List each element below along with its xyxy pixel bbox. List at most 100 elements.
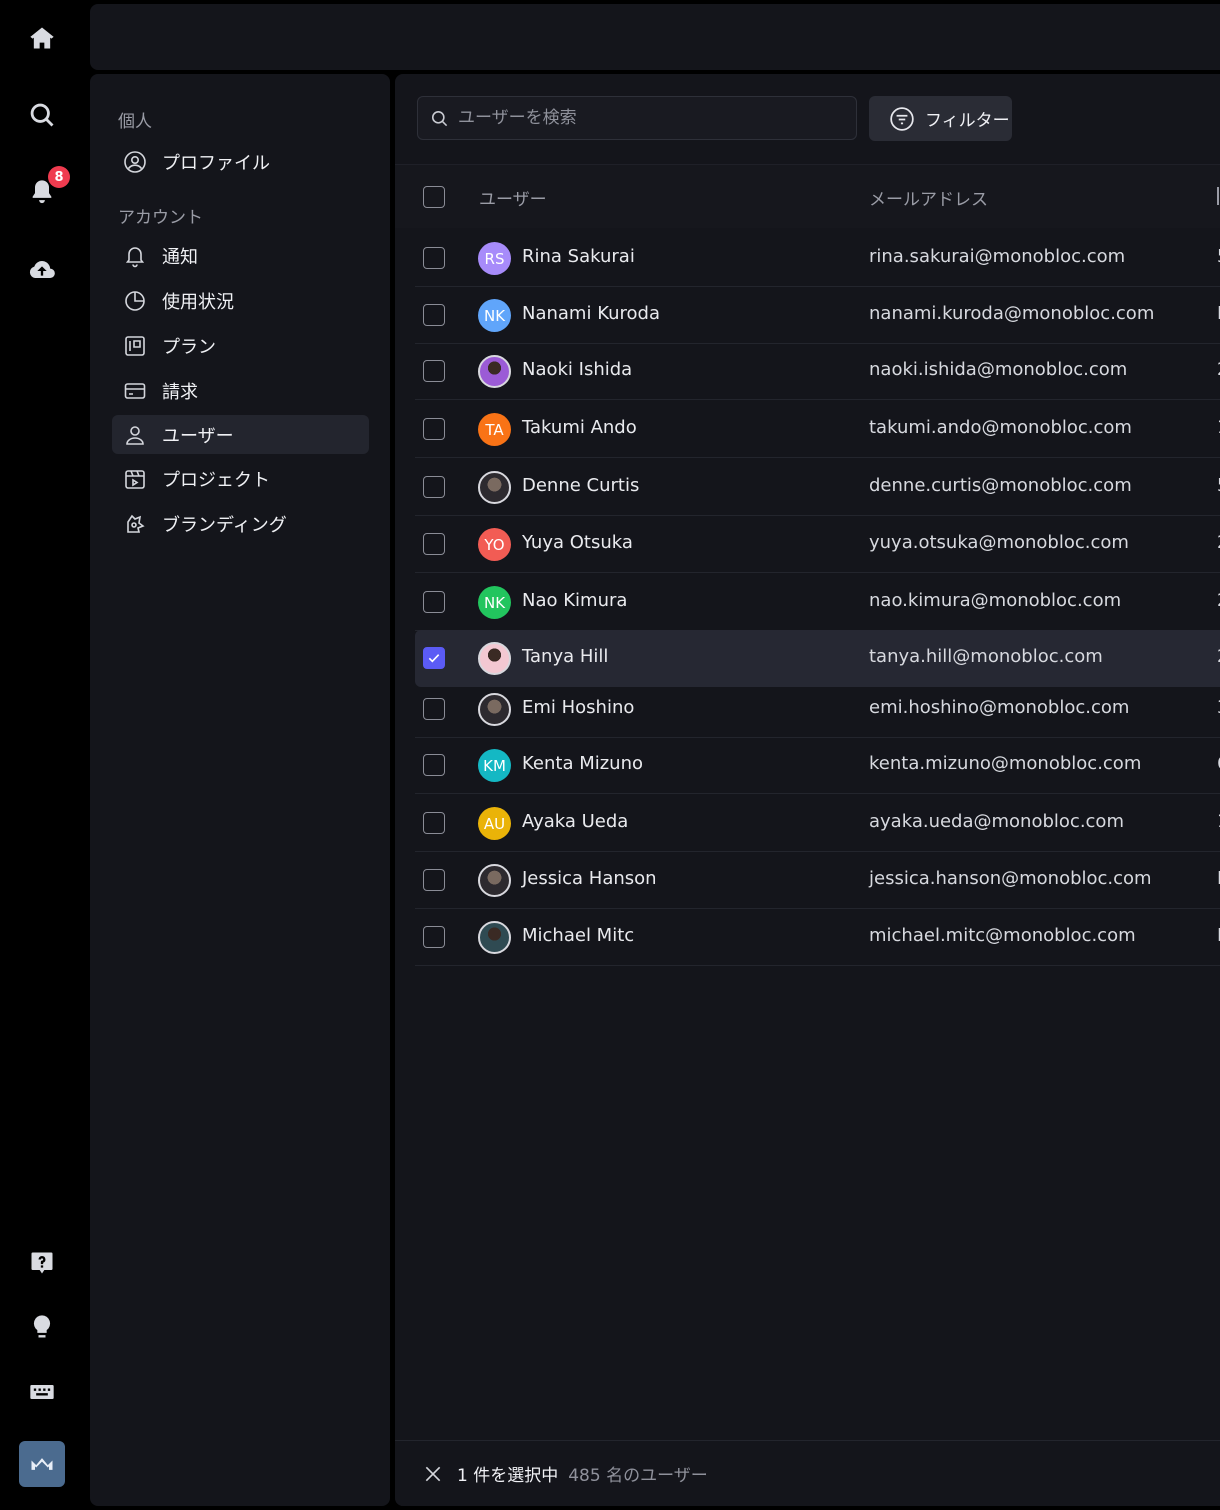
user-name: Tanya Hill [522,646,609,667]
filter-button-label: フィルター [925,111,1010,131]
sidebar-item-usage[interactable]: 使用状況 [112,281,369,320]
row-checkbox[interactable] [423,247,445,269]
settings-sidebar: 個人 プロファイル アカウント 通知 使用状況 プラン 請求 ユーザー プロジェ… [90,74,390,1506]
pie-chart-icon [122,288,148,314]
row-checkbox[interactable] [423,869,445,891]
user-email: yuya.otsuka@monobloc.com [869,532,1129,553]
upload-button[interactable] [22,251,62,291]
branding-icon [122,511,148,537]
filter-icon [890,106,914,131]
row-checkbox[interactable] [423,754,445,776]
selection-bar: 1 件を選択中 485 名のユーザー [395,1440,1220,1506]
user-email: tanya.hill@monobloc.com [869,646,1103,667]
user-email: jessica.hanson@monobloc.com [869,868,1152,889]
row-checkbox[interactable] [423,304,445,326]
notifications-button[interactable]: 8 [22,166,70,212]
table-row[interactable]: AUAyaka Uedaayaka.ueda@monobloc.com1 [415,795,1220,852]
avatar [478,921,511,954]
table-row[interactable]: Emi Hoshinoemi.hoshino@monobloc.com3 [415,681,1220,738]
row-checkbox[interactable] [423,476,445,498]
check-icon [428,654,440,663]
user-name: Jessica Hanson [522,868,657,889]
search-input[interactable] [458,108,838,128]
select-all-checkbox[interactable] [423,186,445,208]
keyboard-icon [30,1385,54,1399]
table-row[interactable]: Michael Mitcmichael.mitc@monobloc.comM [415,909,1220,966]
close-icon[interactable] [423,1464,443,1484]
sidebar-item-label: ユーザー [162,425,234,447]
users-panel: フィルター ユーザー メールアドレス RS Rina Sakurai rina.sa… [395,74,1220,1506]
column-header-user[interactable]: ユーザー [479,185,547,210]
search-icon [30,103,54,127]
avatar: RS [478,242,511,275]
sidebar-item-plan[interactable]: プラン [112,326,369,365]
table-row[interactable]: KMKenta Mizunokenta.mizuno@monobloc.com6 [415,737,1220,794]
sidebar-item-profile[interactable]: プロファイル [112,142,369,181]
table-row[interactable]: Naoki Ishidanaoki.ishida@monobloc.com2 [415,343,1220,400]
row-checkbox[interactable] [423,591,445,613]
filter-button[interactable]: フィルター [869,96,1012,141]
tips-button[interactable] [22,1307,62,1347]
user-search[interactable] [417,96,857,140]
table-row[interactable]: Tanya Hilltanya.hill@monobloc.com2 [415,630,1220,687]
row-checkbox[interactable] [423,926,445,948]
table-row[interactable]: RSRina Sakurairina.sakurai@monobloc.com5 [415,230,1220,287]
user-email: kenta.mizuno@monobloc.com [869,753,1142,774]
avatar [478,642,511,675]
user-email: ayaka.ueda@monobloc.com [869,811,1124,832]
cloud-upload-icon [29,261,55,278]
help-button[interactable] [22,1243,62,1283]
search-icon [431,110,448,126]
user-name: Nanami Kuroda [522,303,660,324]
column-header-email[interactable]: メールアドレス [869,185,988,210]
avatar: AU [478,807,511,840]
avatar [478,693,511,726]
table-row[interactable]: Jessica Hanson jessica.hanson@monobloc.co… [415,852,1220,909]
workspace-logo-button[interactable] [19,1441,65,1487]
sidebar-item-branding[interactable]: ブランディング [112,504,369,543]
home-button[interactable] [22,18,62,58]
avatar: NK [478,586,511,619]
row-checkbox[interactable] [423,418,445,440]
avatar [478,471,511,504]
sidebar-item-billing[interactable]: 請求 [112,371,369,410]
table-row[interactable]: NK Nanami Kuroda nanami.kuroda@monobloc.co… [415,287,1220,344]
table-row[interactable]: Denne Curtisdenne.curtis@monobloc.com5 [415,459,1220,516]
account-section-title: アカウント [118,208,203,228]
user-name: Kenta Mizuno [522,753,644,774]
user-name: Naoki Ishida [522,359,633,380]
notification-badge: 8 [48,166,70,188]
sidebar-item-users[interactable]: ユーザー [112,415,369,454]
credit-card-icon [122,378,148,404]
user-email: naoki.ishida@monobloc.com [869,359,1128,380]
user-name: Yuya Otsuka [522,532,633,553]
table-row[interactable]: YOYuya Otsukayuya.otsuka@monobloc.com2 [415,516,1220,573]
sidebar-item-projects[interactable]: プロジェクト [112,459,369,498]
row-checkbox[interactable] [423,533,445,555]
sidebar-item-label: ブランディング [162,514,287,536]
user-email: takumi.ando@monobloc.com [869,417,1132,438]
plan-icon [122,333,148,359]
row-checkbox[interactable] [423,360,445,382]
table-row[interactable]: NKNao Kimuranao.kimura@monobloc.com2 [415,574,1220,631]
avatar: NK [478,299,511,332]
sidebar-item-label: プロファイル [162,152,270,174]
table-row[interactable]: TATakumi Andotakumi.ando@monobloc.com1 [415,401,1220,458]
sidebar-item-label: 請求 [162,381,198,403]
user-name: Michael Mitc [522,925,635,946]
sidebar-item-label: 使用状況 [162,291,234,313]
row-checkbox[interactable] [423,812,445,834]
avatar: KM [478,749,511,782]
search-button[interactable] [22,95,62,135]
personal-section-title: 個人 [118,112,152,132]
user-email: rina.sakurai@monobloc.com [869,246,1126,267]
keyboard-shortcuts-button[interactable] [22,1372,62,1412]
row-checkbox[interactable] [423,698,445,720]
top-bar [90,4,1220,70]
row-checkbox[interactable] [423,647,445,669]
user-icon [122,422,148,448]
sidebar-item-notifications[interactable]: 通知 [112,236,369,275]
user-email: denne.curtis@monobloc.com [869,475,1132,496]
project-icon [122,466,148,492]
user-name: Nao Kimura [522,590,628,611]
